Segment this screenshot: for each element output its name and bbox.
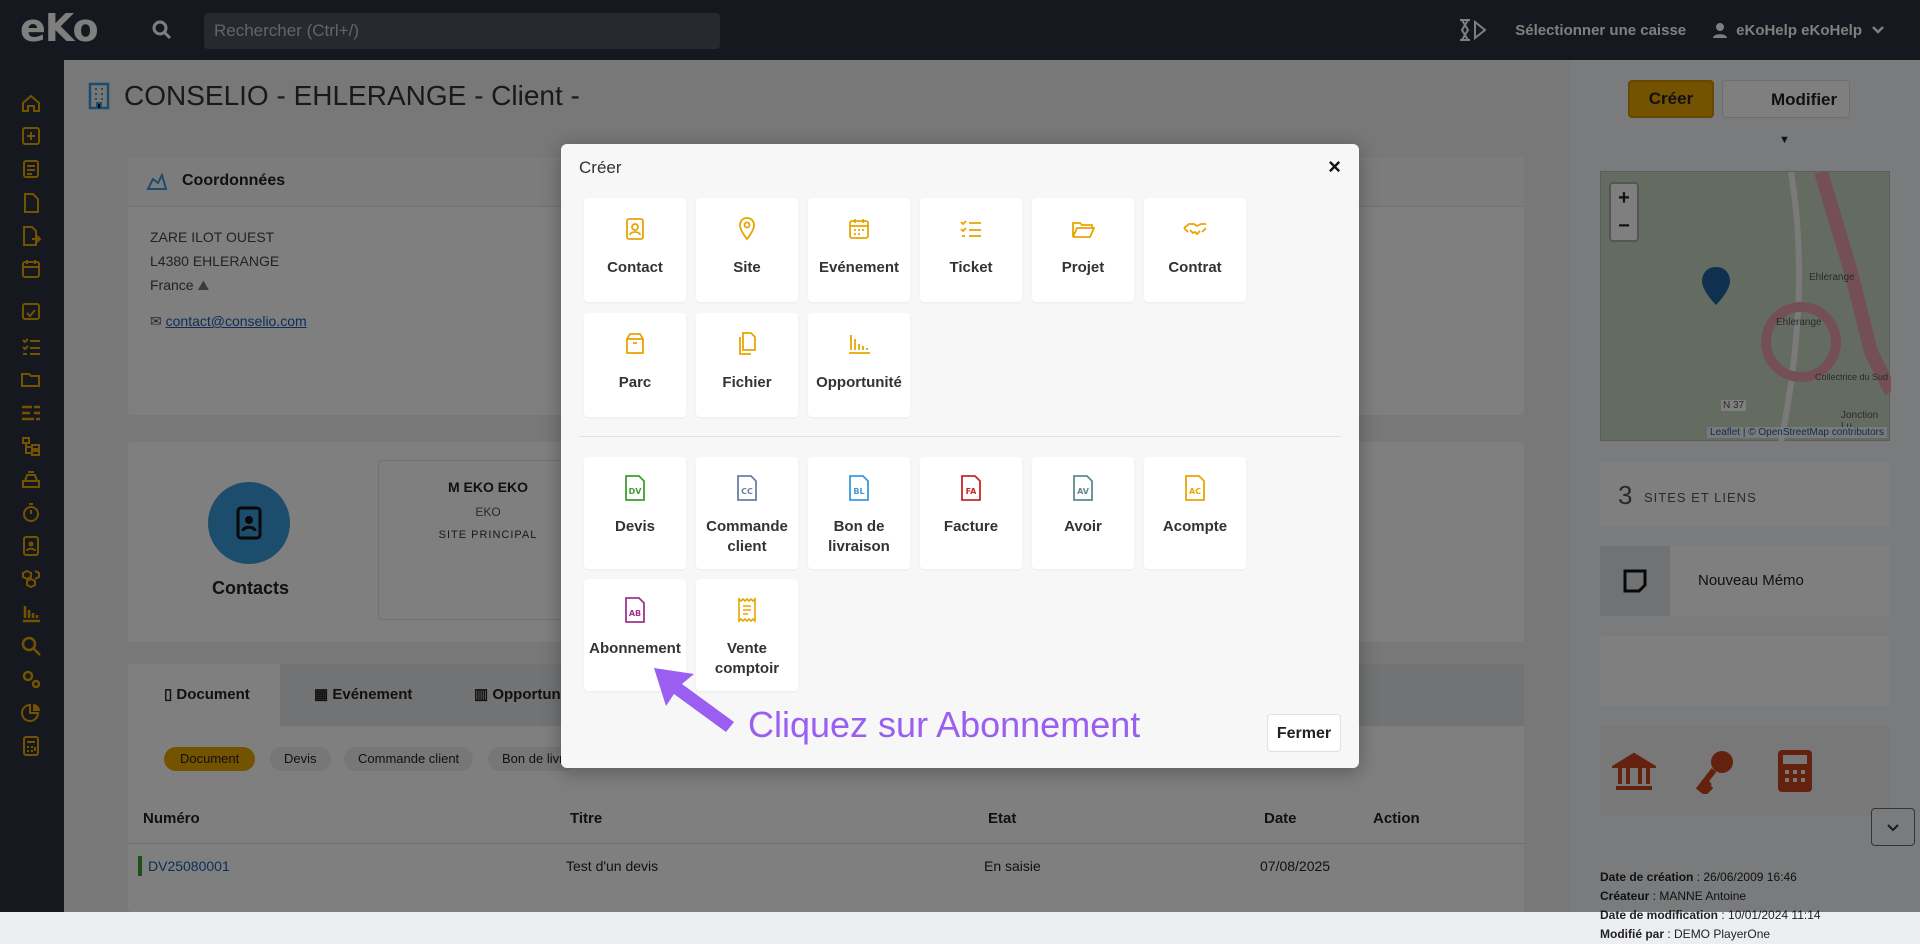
checklist-icon [960,220,981,237]
svg-text:CC: CC [741,487,753,496]
devis-doc-icon: DV [625,475,645,501]
svg-text:AC: AC [1189,487,1201,496]
tile-label: Evénement [818,259,900,276]
tile-projet[interactable]: Projet [1032,198,1134,302]
contact-card-icon [626,218,644,240]
tile-devis[interactable]: DV Devis [584,457,686,569]
tile-ticket[interactable]: Ticket [920,198,1022,302]
receipt-icon [738,597,756,623]
map-pin-icon [739,217,755,241]
avoir-doc-icon: AV [1073,475,1093,501]
tile-label: Ticket [949,259,993,276]
tile-bon-livraison[interactable]: BL Bon de livraison [808,457,910,569]
modal-separator [579,436,1341,437]
tile-label: Opportunité [816,374,902,391]
livraison-doc-icon: BL [849,475,869,501]
tile-label: Parc [618,374,652,391]
tile-label: Contact [607,259,663,276]
modal-close-button[interactable]: × [1328,154,1341,180]
tile-label: Site [733,259,761,276]
tile-contact[interactable]: Contact [584,198,686,302]
meta-modifier: Modifié par : DEMO PlayerOne [1600,927,1771,941]
svg-text:FA: FA [966,487,978,496]
tile-label: Projet [1061,259,1105,276]
abonnement-doc-icon: AB [625,597,645,623]
tile-avoir[interactable]: AV Avoir [1032,457,1134,569]
modal-title: Créer [579,158,622,177]
svg-text:DV: DV [629,487,643,496]
tile-commande-client[interactable]: CC Commande client [696,457,798,569]
callout-arrow-icon [654,668,734,732]
svg-text:AV: AV [1077,487,1090,496]
box-icon [626,333,644,354]
tile-label: Devis [614,518,656,535]
tile-evenement[interactable]: Evénement [808,198,910,302]
acompte-doc-icon: AC [1185,475,1205,501]
tile-label: Facture [943,518,999,535]
tile-facture[interactable]: FA Facture [920,457,1022,569]
svg-text:AB: AB [629,609,641,618]
folder-open-icon [1072,222,1095,238]
tile-acompte[interactable]: AC Acompte [1144,457,1246,569]
commande-doc-icon: CC [737,475,757,501]
tile-label: Avoir [1064,518,1102,535]
facture-doc-icon: FA [961,475,981,501]
tile-label: Bon de livraison [828,518,890,555]
files-icon [739,332,756,355]
calendar-icon [849,219,869,239]
callout-text: Cliquez sur Abonnement [748,704,1141,745]
tile-label: Acompte [1162,518,1228,535]
handshake-icon [1183,223,1207,236]
svg-text:BL: BL [853,487,864,496]
tile-label: Abonnement [589,640,681,657]
tile-label: Commande client [706,518,788,555]
tile-opportunite[interactable]: Opportunité [808,313,910,417]
tile-contrat[interactable]: Contrat [1144,198,1246,302]
tile-label: Contrat [1168,259,1222,276]
close-button[interactable]: Fermer [1267,714,1341,752]
tile-site[interactable]: Site [696,198,798,302]
bar-chart-icon [849,335,870,354]
tile-fichier[interactable]: Fichier [696,313,798,417]
tile-label: Fichier [722,374,772,391]
tile-parc[interactable]: Parc [584,313,686,417]
